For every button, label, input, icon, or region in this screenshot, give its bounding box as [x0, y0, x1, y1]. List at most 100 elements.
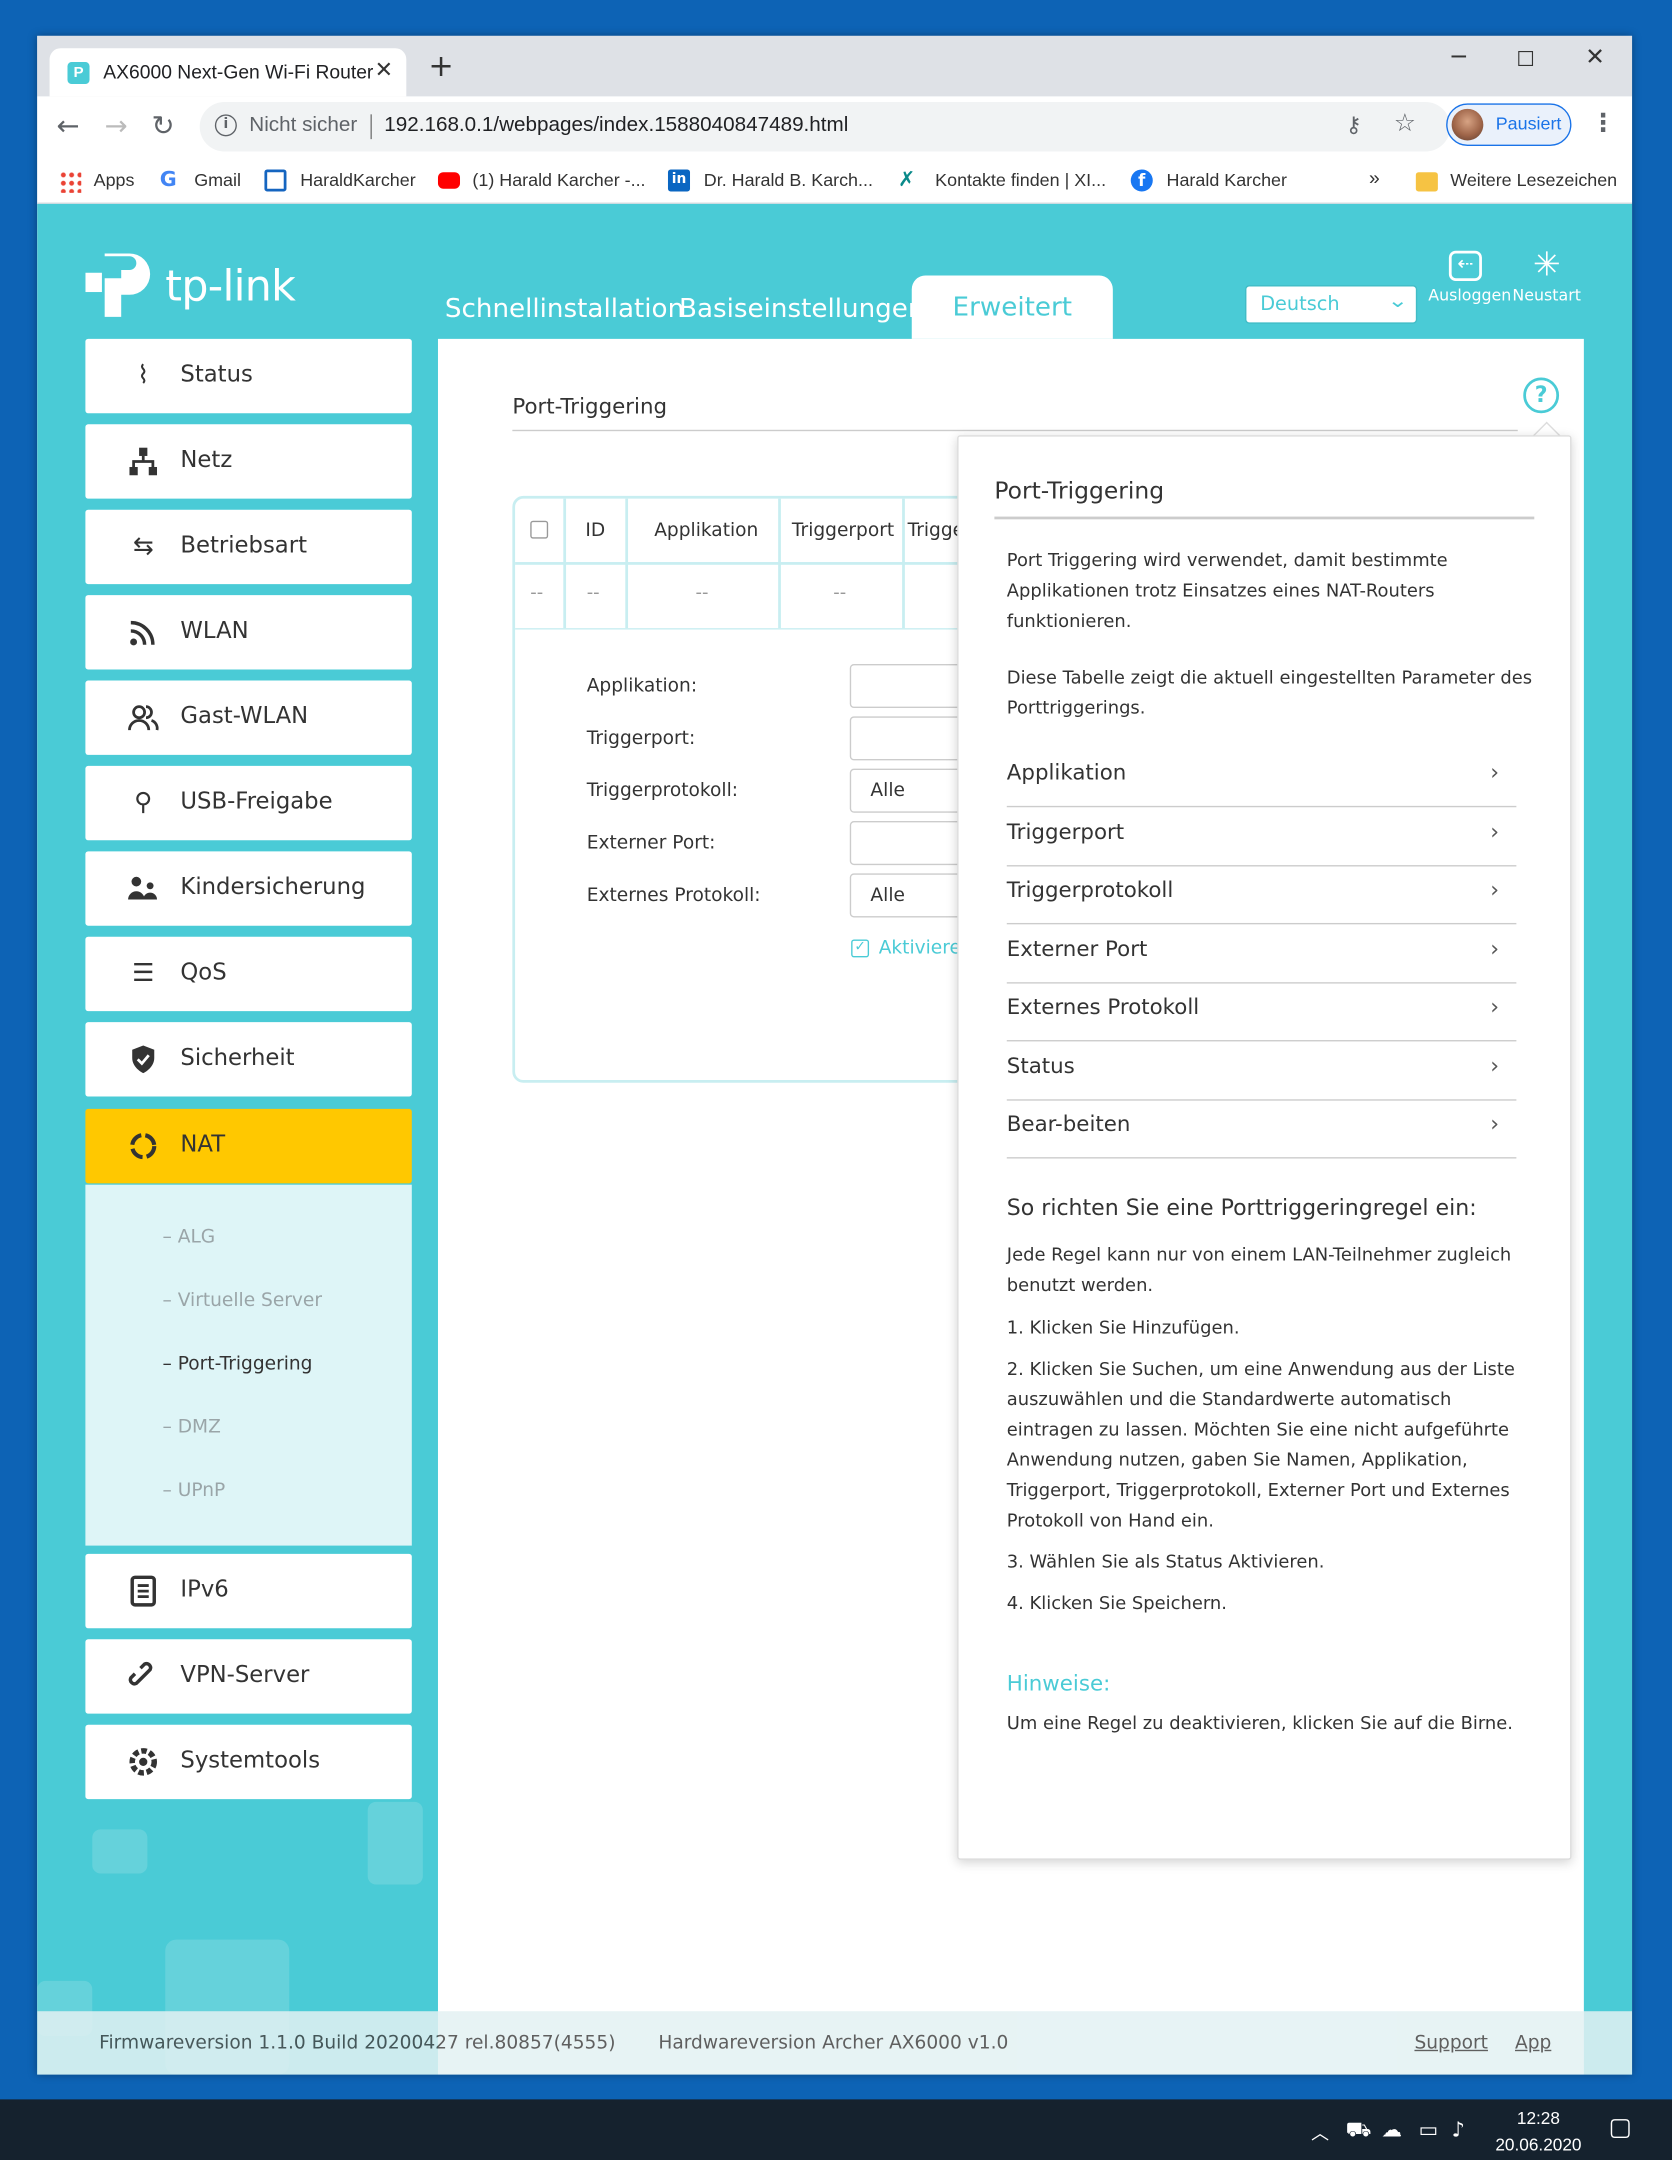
system-clock[interactable]: 12:28 20.06.2020: [1490, 2106, 1586, 2158]
sidebar-item-kindersicherung[interactable]: Kindersicherung: [85, 851, 412, 926]
guests-icon: [127, 701, 160, 734]
sidebar-item-systemtools[interactable]: Systemtools: [85, 1724, 412, 1800]
bookmark-facebook[interactable]: Harald Karcher: [1167, 169, 1287, 190]
help-accordion-external-port[interactable]: Externer Port ›: [1006, 924, 1517, 984]
sidebar-item-netz[interactable]: Netz: [85, 424, 412, 499]
tp-link-favicon-icon: P: [67, 61, 90, 85]
help-accordion-trigger-port[interactable]: Triggerport ›: [1006, 807, 1517, 867]
sidebar-item-vpn[interactable]: VPN-Server: [85, 1639, 412, 1714]
apps-icon[interactable]: [59, 170, 82, 193]
maximize-icon[interactable]: ☐: [1516, 47, 1535, 72]
submenu-item-upnp[interactable]: – UPnP: [163, 1479, 226, 1501]
bookmark-haraldkarcher[interactable]: HaraldKarcher: [300, 169, 415, 190]
forward-icon[interactable]: →: [105, 109, 128, 142]
shield-icon: [127, 1043, 160, 1076]
help-intro-table: Diese Tabelle zeigt die aktuell eingeste…: [1006, 668, 1533, 720]
browser-menu-icon[interactable]: ⋮: [1591, 109, 1616, 138]
browser-window: P AX6000 Next-Gen Wi-Fi Router ✕ + ─ ☐ ✕…: [37, 35, 1633, 2075]
support-link[interactable]: Support: [1414, 2032, 1488, 2054]
minimize-icon[interactable]: ─: [1452, 44, 1466, 72]
howto-title: So richten Sie eine Porttriggeringregel …: [1006, 1194, 1477, 1221]
submenu-label: DMZ: [177, 1416, 221, 1439]
bookmark-gmail[interactable]: Gmail: [194, 169, 241, 190]
help-accordion-status[interactable]: Status ›: [1006, 1041, 1517, 1101]
notes-title: Hinweise:: [1006, 1670, 1111, 1696]
chevron-right-icon: ›: [1490, 1110, 1500, 1137]
help-title: Port-Triggering: [994, 478, 1165, 506]
app-link[interactable]: App: [1515, 2032, 1551, 2054]
chevron-right-icon: ›: [1490, 759, 1500, 786]
tab-close-icon[interactable]: ✕: [375, 56, 393, 82]
bookmarks-overflow[interactable]: »: [1369, 167, 1380, 189]
help-accordion-application[interactable]: Applikation ›: [1006, 748, 1517, 808]
reload-icon[interactable]: ↻: [151, 109, 174, 142]
key-icon[interactable]: ⚷: [1346, 112, 1362, 138]
profile-button[interactable]: Pausiert: [1446, 103, 1572, 147]
sidebar-item-status[interactable]: ⌇ Status: [85, 338, 412, 414]
submenu-label: Port-Triggering: [177, 1352, 313, 1375]
trigger-protocol-label: Triggerprotokoll:: [586, 779, 739, 802]
url-text[interactable]: 192.168.0.1/webpages/index.1588040847489…: [384, 113, 848, 136]
sidebar-item-nat[interactable]: NAT: [85, 1108, 412, 1184]
reboot-label[interactable]: Neustart: [1508, 285, 1585, 304]
tab-title: AX6000 Next-Gen Wi-Fi Router: [103, 60, 374, 83]
close-window-icon[interactable]: ✕: [1585, 44, 1605, 72]
bookmark-folder[interactable]: Weitere Lesezeichen: [1450, 169, 1617, 190]
logout-icon[interactable]: ⇠: [1448, 250, 1482, 282]
column-header-id: ID: [585, 519, 606, 542]
back-icon[interactable]: ←: [56, 109, 79, 142]
logout-label[interactable]: Ausloggen: [1428, 285, 1511, 304]
nav-advanced[interactable]: Erweitert: [911, 275, 1113, 339]
sidebar-item-gast-wlan[interactable]: Gast-WLAN: [85, 680, 412, 755]
bookmark-youtube[interactable]: (1) Harald Karcher -...: [472, 169, 645, 190]
language-value: Deutsch: [1260, 293, 1340, 316]
notifications-icon[interactable]: ▢: [1609, 2113, 1632, 2142]
howto-step-1: 1. Klicken Sie Hinzufügen.: [1006, 1318, 1240, 1339]
bookmark-apps[interactable]: Apps: [94, 169, 135, 190]
section-divider: [512, 429, 1518, 432]
sidebar-item-betriebsart[interactable]: ⇆ Betriebsart: [85, 509, 412, 585]
facebook-icon: f: [1130, 169, 1153, 192]
sidebar-item-label: WLAN: [180, 617, 249, 644]
external-protocol-label: Externes Protokoll:: [586, 884, 761, 907]
linkedin-icon: in: [667, 169, 691, 192]
help-icon[interactable]: ?: [1523, 377, 1560, 414]
nav-quick-setup[interactable]: Schnellinstallation: [445, 293, 684, 323]
help-accordion-trigger-protocol[interactable]: Triggerprotokoll ›: [1006, 865, 1517, 925]
sidebar-item-sicherheit[interactable]: Sicherheit: [85, 1022, 412, 1097]
sidebar-item-label: NAT: [180, 1130, 226, 1158]
language-select[interactable]: Deutsch ⌄: [1245, 285, 1418, 324]
network-icon: [127, 445, 160, 478]
sidebar-item-usb[interactable]: ⚲ USB-Freigabe: [85, 765, 412, 841]
browser-tab[interactable]: P AX6000 Next-Gen Wi-Fi Router ✕: [49, 48, 407, 97]
submenu-item-virtual-server[interactable]: – Virtuelle Server: [163, 1289, 323, 1311]
enable-checkbox[interactable]: ✓: [851, 939, 870, 958]
select-all-checkbox[interactable]: [530, 520, 549, 539]
submenu-item-dmz[interactable]: – DMZ: [163, 1416, 221, 1438]
new-tab-button[interactable]: +: [428, 52, 453, 82]
enable-label[interactable]: Aktiviere: [879, 937, 961, 959]
help-accordion-external-protocol[interactable]: Externes Protokoll ›: [1006, 982, 1517, 1042]
chevron-up-icon[interactable]: ︿: [1311, 2119, 1329, 2145]
accordion-label: Externer Port: [1006, 936, 1148, 962]
network-tray-icon[interactable]: ▭: [1419, 2117, 1439, 2142]
volume-icon[interactable]: ♪: [1452, 2117, 1465, 2142]
submenu-item-port-triggering[interactable]: – Port-Triggering: [163, 1353, 313, 1375]
address-bar[interactable]: i Nicht sicher 192.168.0.1/webpages/inde…: [199, 101, 1451, 152]
nav-basic[interactable]: Basiseinstellungen: [679, 293, 924, 323]
logo-text: tp-link: [165, 261, 296, 312]
sidebar-item-wlan[interactable]: WLAN: [85, 595, 412, 670]
sidebar-item-qos[interactable]: ☰ QoS: [85, 936, 412, 1012]
sidebar-item-label: USB-Freigabe: [180, 787, 333, 815]
help-accordion-edit[interactable]: Bear-beiten ›: [1006, 1099, 1517, 1159]
info-icon[interactable]: i: [214, 114, 237, 137]
reboot-icon[interactable]: ✳: [1529, 245, 1565, 284]
bookmark-star-icon[interactable]: ☆: [1394, 109, 1416, 138]
sidebar-item-ipv6[interactable]: IPv6: [85, 1553, 412, 1629]
bookmark-linkedin[interactable]: Dr. Harald B. Karch...: [704, 169, 873, 190]
cloud-icon[interactable]: ☁: [1381, 2117, 1402, 2142]
bookmark-xing[interactable]: Kontakte finden | XI...: [935, 169, 1106, 190]
app-tray-icon[interactable]: ⛟: [1346, 2117, 1372, 2145]
submenu-item-alg[interactable]: – ALG: [163, 1226, 216, 1248]
xing-icon: ✗: [897, 166, 916, 192]
